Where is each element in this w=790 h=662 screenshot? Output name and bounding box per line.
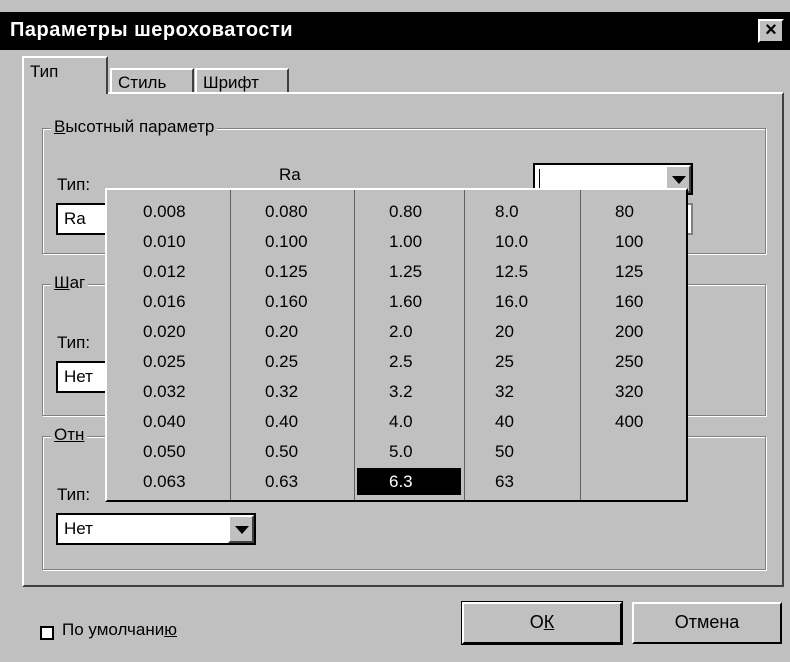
roughness-parameters-dialog: Параметры шероховатости × Тип Стиль Шриф… [0,0,790,662]
close-button[interactable]: × [758,19,784,43]
relative-parameter-legend: Отн [51,425,88,445]
value-grid-cell[interactable]: 320 [615,378,643,405]
value-grid-cell[interactable]: 0.20 [265,318,298,345]
value-grid-column: 8.0 10.0 12.5 16.0 20 25 32 40 50 63 [465,190,581,500]
value-grid-cell[interactable]: 1.60 [389,288,422,315]
value-grid-column: 0.080 0.100 0.125 0.160 0.20 0.25 0.32 0.40 0.50… [231,190,355,500]
text-caret [539,169,540,189]
value-grid-cell[interactable]: 10.0 [495,228,528,255]
value-grid-cell[interactable]: 0.40 [265,408,298,435]
value-grid-cell[interactable]: 0.010 [143,228,186,255]
value-grid-cell[interactable]: 400 [615,408,643,435]
value-grid-cell[interactable]: 0.016 [143,288,186,315]
value-grid-cell[interactable]: 0.012 [143,258,186,285]
value-grid-cell[interactable]: 32 [495,378,514,405]
chevron-down-icon[interactable] [228,515,254,543]
value-grid-cell[interactable]: 8.0 [495,198,519,225]
value-grid-cell[interactable]: 0.063 [143,468,186,495]
close-icon: × [765,19,777,41]
value-grid-column: 0.80 1.00 1.25 1.60 2.0 2.5 3.2 4.0 5.0 6.3 [355,190,465,500]
value-grid-cell[interactable]: 0.040 [143,408,186,435]
value-grid-cell[interactable]: 250 [615,348,643,375]
value-grid-cell[interactable]: 1.25 [389,258,422,285]
step-type-label: Тип: [57,333,91,352]
value-grid-cell[interactable]: 200 [615,318,643,345]
value-grid-cell[interactable]: 0.050 [143,438,186,465]
height-type-value: Ra [64,209,86,228]
value-grid-cell[interactable]: 5.0 [389,438,413,465]
value-grid-cell[interactable]: 12.5 [495,258,528,285]
value-grid-cell[interactable]: 0.080 [265,198,308,225]
value-grid-cell[interactable]: 63 [495,468,514,495]
value-grid-cell[interactable]: 0.008 [143,198,186,225]
height-type-label: Тип: [57,175,91,194]
roughness-value-grid: 0.008 0.010 0.012 0.016 0.020 0.025 0.032 0.040… [105,188,688,502]
title-bar: Параметры шероховатости × [0,12,790,50]
value-grid-cell[interactable]: 6.3 [357,468,461,495]
value-grid-cell[interactable]: 0.80 [389,198,422,225]
value-grid-cell[interactable]: 125 [615,258,643,285]
relative-type-select[interactable]: Нет [56,513,256,545]
tab-font[interactable]: Шрифт [195,68,289,94]
value-grid-cell[interactable]: 0.25 [265,348,298,375]
value-grid-column: 80 100 125 160 200 250 320 400 [581,190,686,500]
value-grid-cell[interactable]: 0.032 [143,378,186,405]
value-grid-cell[interactable]: 4.0 [389,408,413,435]
value-grid-cell[interactable]: 0.160 [265,288,308,315]
value-grid-cell[interactable]: 50 [495,438,514,465]
tab-type[interactable]: Тип [22,56,108,94]
value-grid-cell[interactable]: 0.63 [265,468,298,495]
window-title: Параметры шероховатости [10,19,294,41]
value-grid-column: 0.008 0.010 0.012 0.016 0.020 0.025 0.032 0.040… [107,190,231,500]
value-grid-cell[interactable]: 16.0 [495,288,528,315]
value-grid-cell[interactable]: 0.50 [265,438,298,465]
default-checkbox-label[interactable]: По умолчанию [62,620,177,640]
step-type-value: Нет [64,367,93,386]
value-grid-cell[interactable]: 1.00 [389,228,422,255]
ok-button[interactable]: ОК [462,602,622,644]
value-grid-cell[interactable]: 40 [495,408,514,435]
ra-label: Ra [279,165,301,184]
default-checkbox[interactable] [40,626,54,640]
cancel-button[interactable]: Отмена [632,602,782,644]
value-grid-cell[interactable]: 0.025 [143,348,186,375]
value-grid-cell[interactable]: 2.5 [389,348,413,375]
value-grid-cell[interactable]: 0.32 [265,378,298,405]
value-grid-cell[interactable]: 20 [495,318,514,345]
value-grid-cell[interactable]: 0.100 [265,228,308,255]
tab-type-label: Тип [30,62,59,81]
relative-type-value: Нет [64,519,93,538]
value-grid-cell[interactable]: 3.2 [389,378,413,405]
value-grid-cell[interactable]: 80 [615,198,634,225]
tab-style[interactable]: Стиль [110,68,194,94]
value-grid-cell[interactable]: 2.0 [389,318,413,345]
step-parameter-legend: Шаг [51,273,89,293]
relative-type-label: Тип: [57,485,91,504]
value-grid-cell[interactable]: 0.125 [265,258,308,285]
tab-font-label: Шрифт [203,73,259,92]
tab-style-label: Стиль [118,73,167,92]
value-grid-cell[interactable]: 100 [615,228,643,255]
height-parameter-legend: Высотный параметр [51,117,218,137]
value-grid-cell[interactable]: 0.020 [143,318,186,345]
value-grid-cell[interactable]: 25 [495,348,514,375]
value-grid-cell[interactable]: 160 [615,288,643,315]
